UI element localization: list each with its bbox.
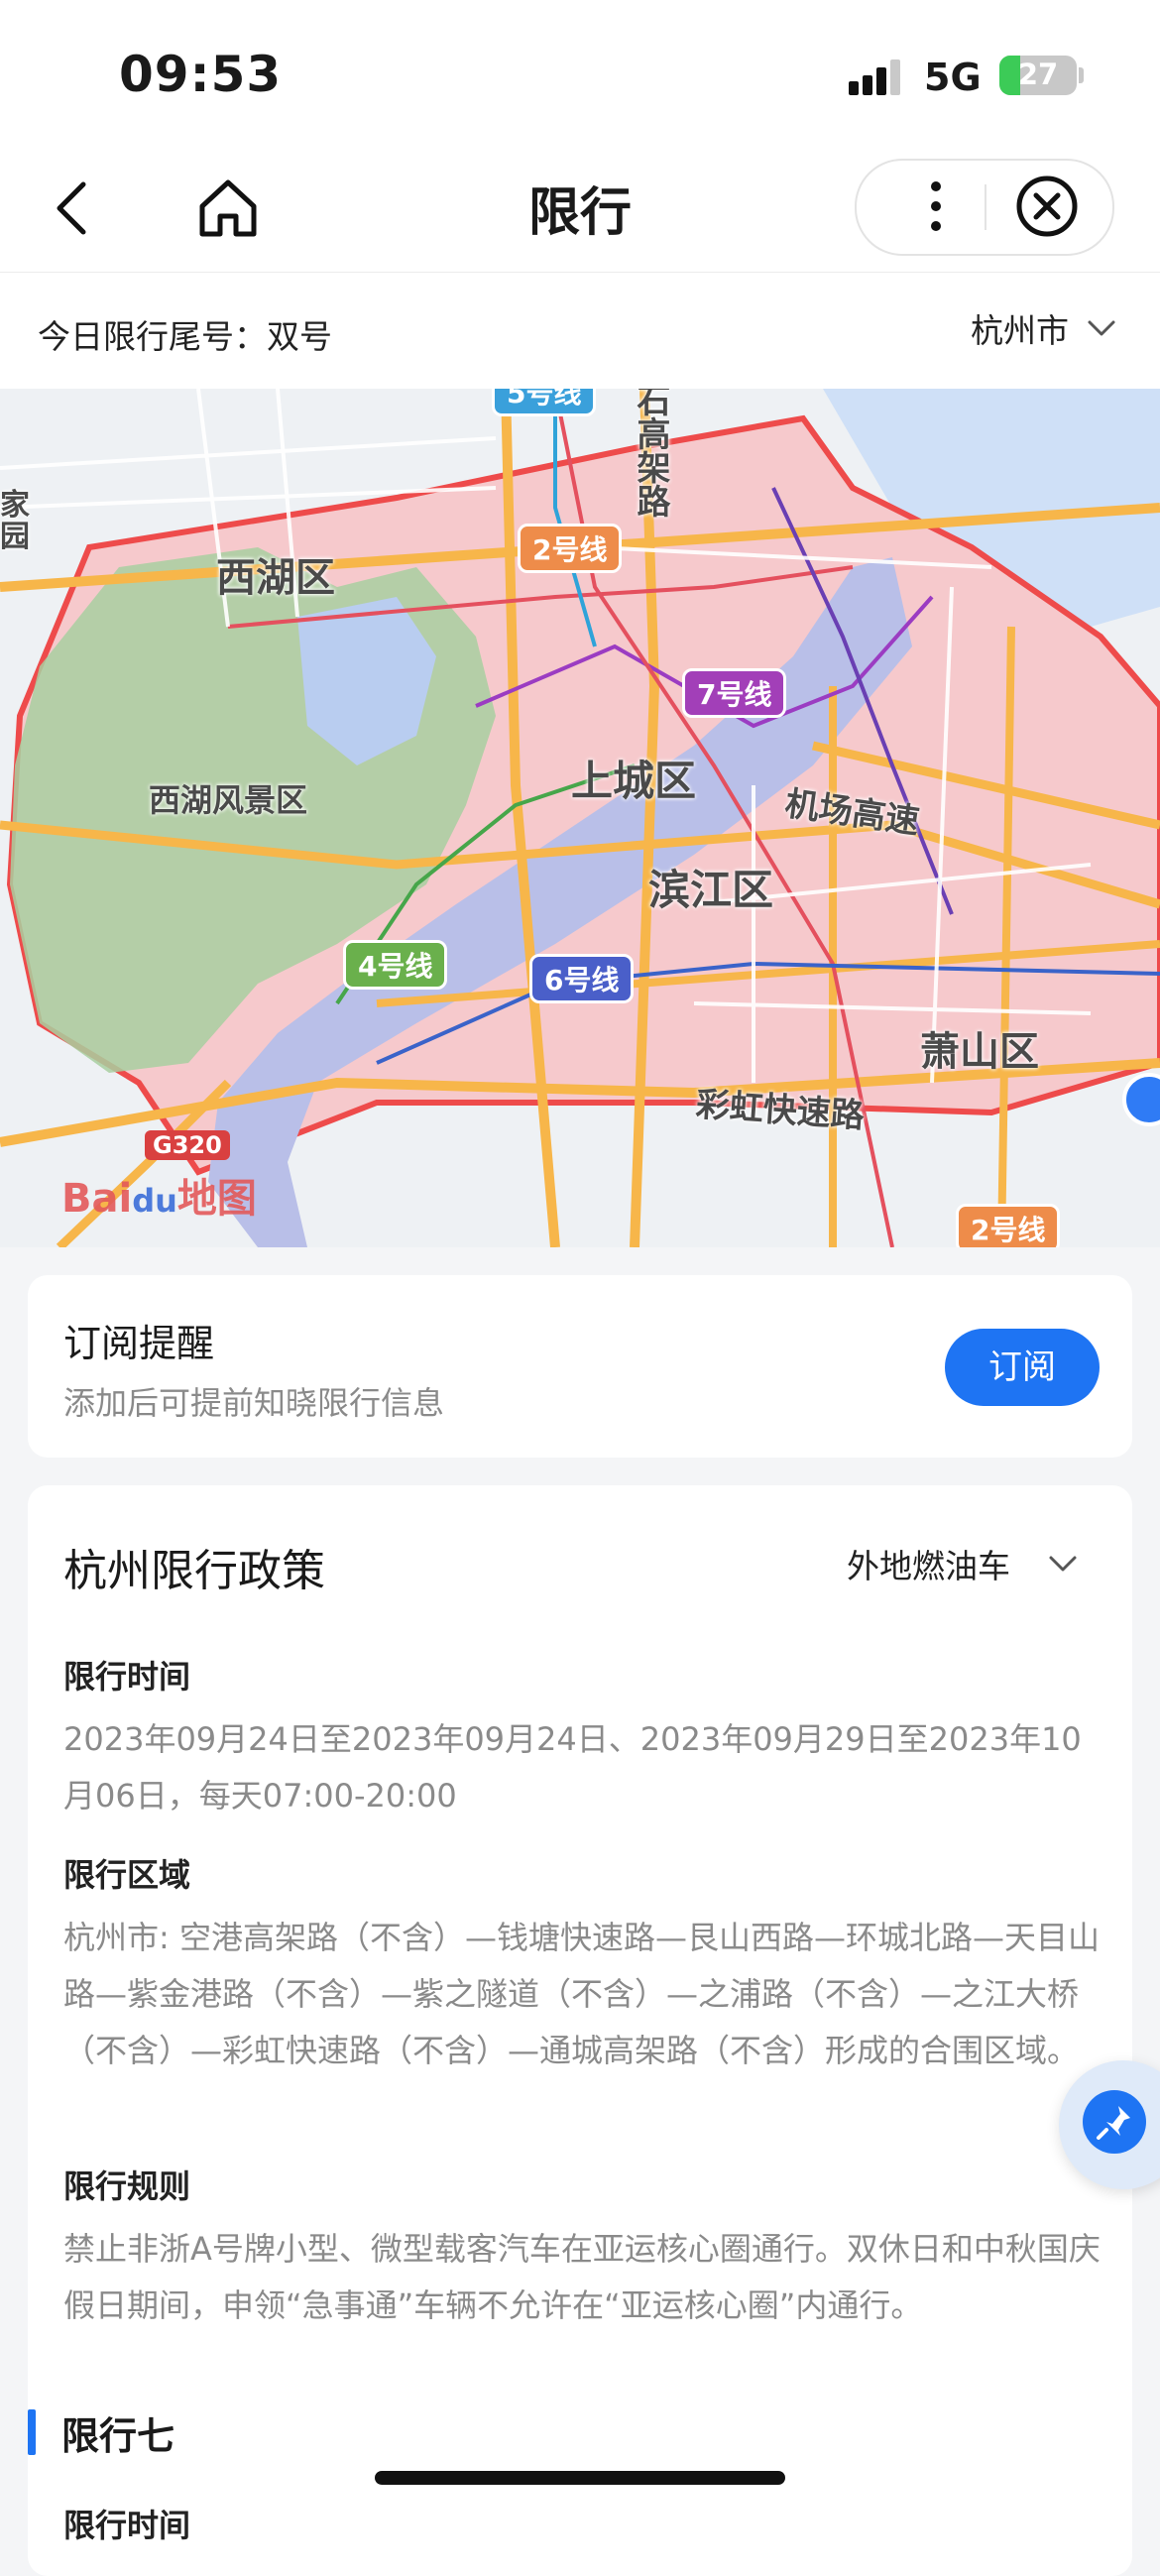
network-type: 5G bbox=[924, 56, 982, 99]
mini-program-capsule bbox=[855, 159, 1114, 256]
logo-part-1: Bai bbox=[61, 1176, 133, 1222]
home-indicator bbox=[375, 2471, 785, 2485]
policy-section-rules: 限行规则 禁止非浙A号牌小型、微型载客汽车在亚运核心圈通行。双休日和中秋国庆假日… bbox=[63, 2162, 1104, 2334]
nav-bar: 限行 bbox=[0, 149, 1160, 273]
status-bar: 09:53 5G 27 bbox=[0, 0, 1160, 149]
section-body: 杭州市: 空港高架路（不含）—钱塘快速路—艮山西路—环城北路—天目山路—紫金港路… bbox=[63, 1919, 1100, 2069]
cellular-signal-icon bbox=[849, 59, 908, 95]
metro-line-badge: 5号线 bbox=[492, 389, 597, 416]
today-restriction-text: 今日限行尾号：双号 bbox=[38, 317, 332, 356]
highway-badge: G320 bbox=[145, 1130, 230, 1160]
metro-line-badge: 4号线 bbox=[343, 940, 448, 990]
section-heading: 限行时间 bbox=[63, 1658, 191, 1696]
subscribe-button[interactable]: 订阅 bbox=[945, 1329, 1100, 1406]
metro-line-badge: 7号线 bbox=[682, 668, 787, 718]
district-label: 滨江区 bbox=[648, 866, 774, 914]
policy-card: 杭州限行政策 外地燃油车 限行时间 2023年09月24日至2023年09月24… bbox=[28, 1485, 1132, 2576]
section-heading: 限行时间 bbox=[63, 2507, 191, 2544]
subsection-title: 限行七 bbox=[61, 2414, 175, 2458]
district-label: 萧山区 bbox=[920, 1029, 1039, 1075]
city-selector[interactable]: 杭州市 bbox=[971, 306, 1116, 350]
vehicle-type-selector[interactable]: 外地燃油车 bbox=[847, 1539, 1078, 1588]
close-circle-icon bbox=[1016, 176, 1078, 237]
logo-part-2: du bbox=[132, 1182, 177, 1220]
pin-icon bbox=[1083, 2090, 1146, 2154]
restriction-info-bar: 今日限行尾号：双号 杭州市 bbox=[0, 273, 1160, 389]
battery-cap bbox=[1079, 67, 1084, 83]
district-label: 上城区 bbox=[571, 757, 697, 805]
district-label: 西湖风景区 bbox=[149, 781, 308, 819]
section-body: 禁止非浙A号牌小型、微型载客汽车在亚运核心圈通行。双休日和中秋国庆假日期间，申领… bbox=[63, 2230, 1101, 2324]
more-button[interactable] bbox=[896, 167, 976, 246]
more-vertical-icon bbox=[931, 181, 941, 231]
policy-section-area: 限行区域 杭州市: 空港高架路（不含）—钱塘快速路—艮山西路—环城北路—天目山路… bbox=[63, 1850, 1104, 2079]
vehicle-type-label: 外地燃油车 bbox=[847, 1547, 1010, 1585]
policy-title: 杭州限行政策 bbox=[63, 1546, 325, 1596]
metro-line-badge: 6号线 bbox=[529, 954, 635, 1003]
logo-part-3: 地图 bbox=[176, 1176, 257, 1222]
subscribe-card: 订阅提醒 添加后可提前知晓限行信息 订阅 bbox=[28, 1275, 1132, 1458]
map-edge-label-1: 家 bbox=[0, 488, 30, 523]
policy-section-time: 限行时间 2023年09月24日至2023年09月24日、2023年09月29日… bbox=[63, 1652, 1104, 1824]
section-body: 2023年09月24日至2023年09月24日、2023年09月29日至2023… bbox=[63, 1720, 1082, 1815]
map-edge-label-2: 园 bbox=[0, 520, 30, 554]
restriction-map[interactable]: 家 园 西湖区 上城区 滨江区 萧山区 西湖风景区 石高架路 机场高速 彩虹快速… bbox=[0, 389, 1160, 1247]
section-heading: 限行区域 bbox=[63, 1856, 191, 1894]
capsule-divider bbox=[985, 184, 986, 230]
subsection-header: 限行七 bbox=[28, 2401, 325, 2461]
subscribe-title: 订阅提醒 bbox=[63, 1322, 215, 1365]
close-button[interactable] bbox=[1007, 167, 1087, 246]
metro-line-badge: 2号线 bbox=[956, 1204, 1061, 1247]
chevron-down-icon bbox=[1049, 1556, 1077, 1572]
map-provider-logo: Baidu地图 bbox=[61, 1166, 257, 1224]
map-edge-label: 家 园 bbox=[0, 490, 30, 553]
subscribe-description: 添加后可提前知晓限行信息 bbox=[63, 1384, 445, 1422]
section-heading: 限行规则 bbox=[63, 2167, 191, 2205]
battery-icon: 27 bbox=[999, 56, 1077, 95]
district-label: 西湖区 bbox=[216, 555, 335, 601]
metro-line-badge: 2号线 bbox=[518, 524, 623, 573]
road-label: 石高架路 bbox=[631, 389, 670, 518]
status-time: 09:53 bbox=[119, 46, 283, 103]
battery-level: 27 bbox=[1017, 58, 1059, 91]
city-name: 杭州市 bbox=[971, 311, 1069, 350]
subsection-accent-bar bbox=[28, 2409, 36, 2455]
chevron-down-icon bbox=[1088, 320, 1115, 336]
